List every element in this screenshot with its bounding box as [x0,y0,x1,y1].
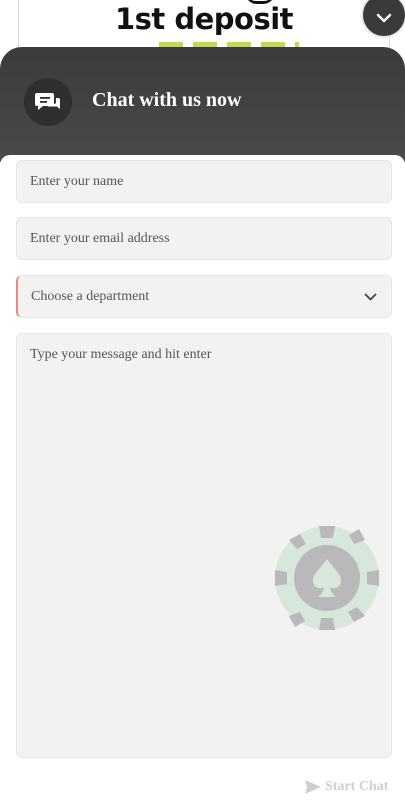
email-placeholder: Enter your email address [30,230,170,246]
chat-title: Chat with us now [92,89,242,111]
name-placeholder: Enter your name [30,173,124,189]
casino-chip-icon [275,526,379,630]
department-select[interactable]: Choose a department [16,275,392,318]
send-icon [305,780,321,794]
chat-bubbles-icon [24,78,72,126]
message-textarea[interactable]: Type your message and hit enter [16,333,392,758]
promo-title: 1st deposit [114,2,294,36]
message-placeholder: Type your message and hit enter [30,347,212,362]
name-input[interactable]: Enter your name [16,160,392,203]
chevron-down-icon [376,13,392,23]
chat-widget-page: 1st deposit Chat with us now Enter your … [0,0,405,803]
chat-form: Enter your name Enter your email address… [0,155,405,803]
start-chat-label: Start Chat [325,779,389,794]
department-placeholder: Choose a department [31,288,150,304]
chevron-down-icon [364,293,377,300]
email-input[interactable]: Enter your email address [16,217,392,260]
chat-header: Chat with us now [0,47,405,162]
start-chat-button[interactable]: Start Chat [305,778,388,796]
